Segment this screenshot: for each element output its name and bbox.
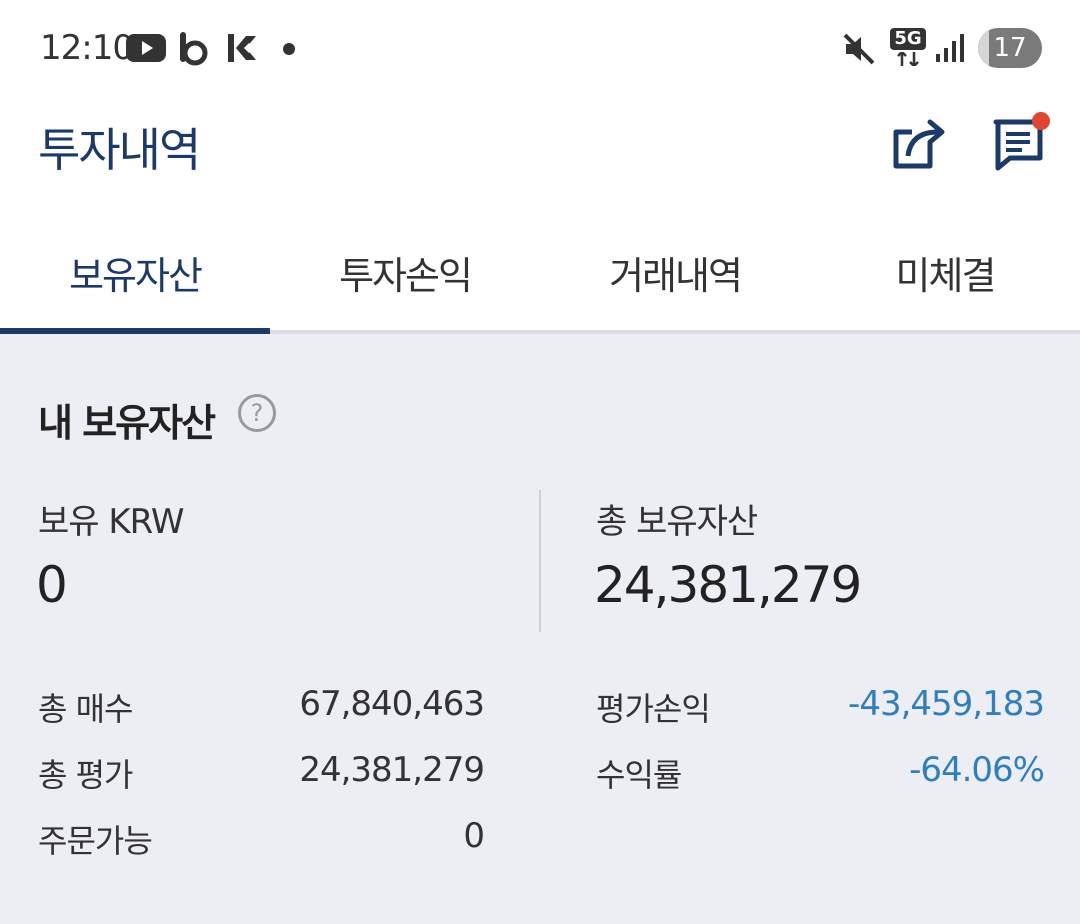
eval-pnl-label: 평가손익 (596, 690, 711, 728)
tab-open-orders[interactable]: 미체결 (810, 206, 1080, 330)
message-button[interactable] (990, 112, 1052, 174)
tab-bar: 보유자산 투자손익 거래내역 미체결 (0, 206, 1080, 334)
section-title: 내 보유자산 (38, 401, 216, 445)
app-header: 투자내역 (0, 96, 1080, 206)
signal-icon (936, 34, 964, 62)
total-eval-value: 24,381,279 (299, 750, 485, 790)
orderable-label: 주문가능 (38, 822, 153, 860)
dot-icon (283, 43, 295, 55)
krw-value: 0 (36, 556, 68, 614)
total-eval-label: 총 평가 (38, 756, 133, 794)
k-app-icon (228, 34, 256, 62)
tab-profit-loss[interactable]: 투자손익 (270, 206, 540, 330)
page-title: 투자내역 (38, 123, 201, 177)
b-app-icon (180, 32, 208, 66)
tab-holdings[interactable]: 보유자산 (0, 206, 270, 330)
help-icon[interactable]: ? (238, 394, 276, 432)
status-time: 12:10 (40, 28, 134, 68)
return-rate-value: -64.06% (909, 750, 1045, 790)
mute-icon (843, 33, 875, 65)
total-assets-label: 총 보유자산 (596, 502, 758, 542)
notification-dot (1032, 112, 1050, 130)
total-buy-value: 67,840,463 (299, 684, 485, 724)
divider (539, 490, 541, 632)
eval-pnl-value: -43,459,183 (848, 684, 1045, 724)
status-bar: 12:10 5G 17 (0, 0, 1080, 96)
share-icon[interactable] (890, 116, 952, 172)
5g-icon: 5G (890, 28, 926, 68)
youtube-icon (126, 34, 166, 62)
orderable-value: 0 (463, 816, 485, 856)
total-buy-label: 총 매수 (38, 690, 133, 728)
battery-level: 17 (993, 33, 1027, 63)
network-label: 5G (890, 28, 926, 50)
total-assets-value: 24,381,279 (594, 556, 862, 614)
krw-label: 보유 KRW (38, 502, 185, 542)
return-rate-label: 수익률 (596, 756, 682, 794)
battery-indicator: 17 (978, 28, 1042, 68)
assets-panel: 내 보유자산 ? 보유 KRW 0 총 보유자산 24,381,279 총 매수… (0, 334, 1080, 924)
tab-transactions[interactable]: 거래내역 (540, 206, 810, 330)
